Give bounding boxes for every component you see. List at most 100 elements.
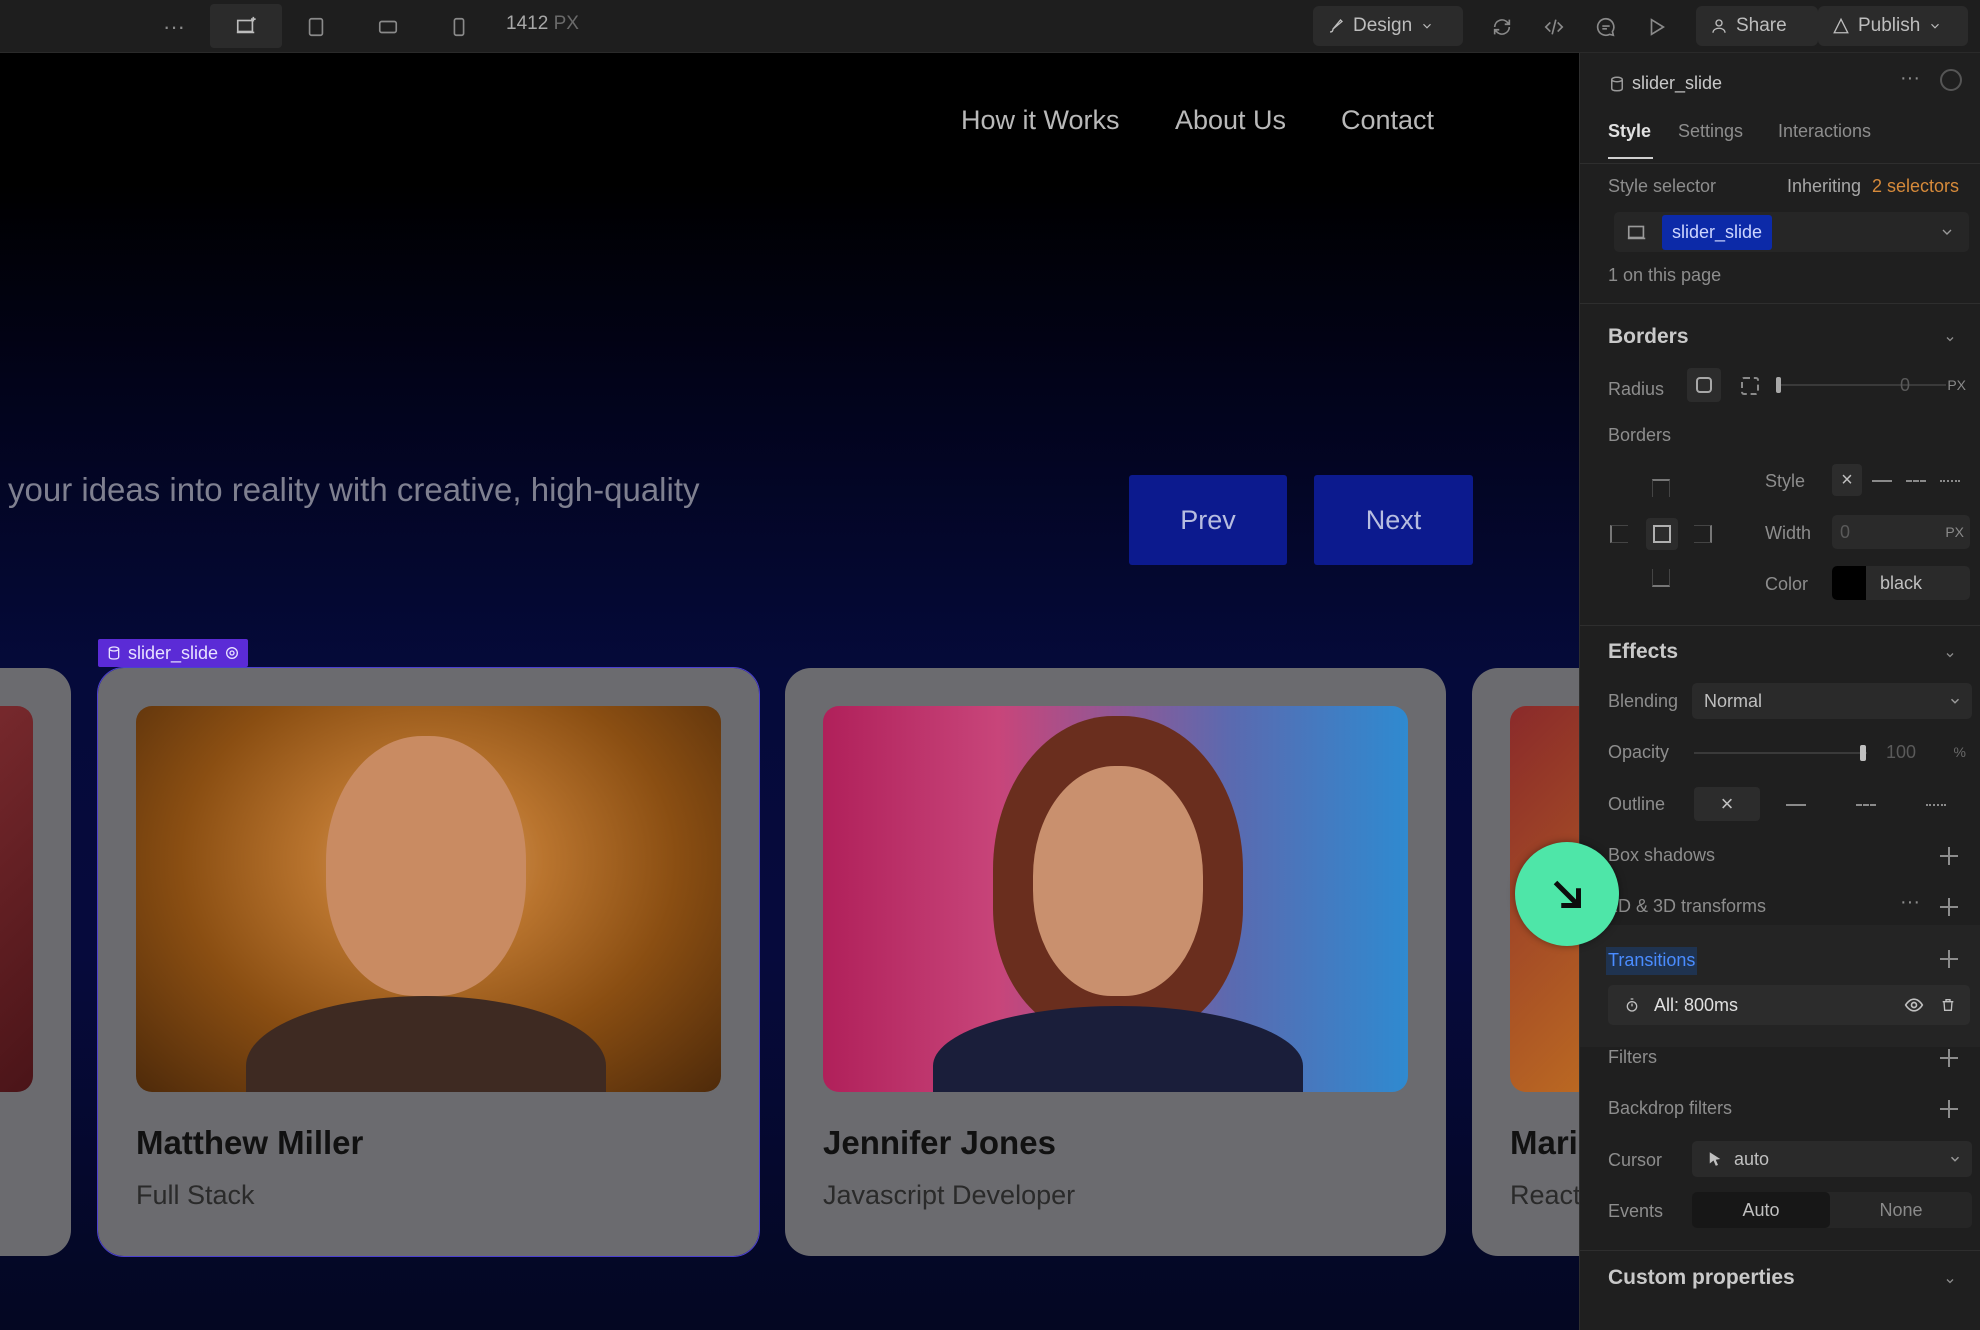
slider-card-partial-right[interactable]: Mari React xyxy=(1472,668,1579,1256)
border-style-dashed-icon[interactable] xyxy=(1906,480,1926,482)
tab-interactions[interactable]: Interactions xyxy=(1778,121,1871,142)
tab-style[interactable]: Style xyxy=(1608,121,1651,142)
transforms-more-icon[interactable]: ··· xyxy=(1900,891,1920,914)
radius-slider-handle[interactable] xyxy=(1776,377,1781,393)
more-icon[interactable]: ··· xyxy=(156,9,192,45)
border-style-dotted-icon[interactable] xyxy=(1940,480,1960,482)
card-role: Javascript Developer xyxy=(823,1180,1076,1210)
nav-link-about-us[interactable]: About Us xyxy=(1175,105,1286,136)
outline-none-icon[interactable]: × xyxy=(1694,787,1760,821)
border-color-input[interactable]: black xyxy=(1832,566,1970,600)
selected-element-tag[interactable]: slider_slide xyxy=(98,639,249,667)
color-swatch[interactable] xyxy=(1832,566,1866,600)
events-none-option[interactable]: None xyxy=(1830,1192,1972,1228)
resize-cursor-indicator xyxy=(1515,842,1619,946)
border-color-value: black xyxy=(1880,572,1923,593)
collection-icon xyxy=(108,646,120,660)
sync-icon[interactable] xyxy=(1484,9,1520,45)
share-button[interactable]: Share xyxy=(1696,6,1818,46)
tablet-breakpoint-icon[interactable] xyxy=(298,9,334,45)
chevron-down-icon[interactable] xyxy=(1944,649,1956,661)
chevron-down-icon xyxy=(1931,23,1940,29)
user-icon xyxy=(1712,19,1726,33)
outline-dotted-icon[interactable] xyxy=(1926,804,1946,806)
transition-item[interactable]: All: 800ms xyxy=(1608,985,1970,1025)
slider-card-jennifer[interactable]: Jennifer Jones Javascript Developer xyxy=(785,668,1446,1256)
code-icon[interactable] xyxy=(1536,9,1572,45)
events-auto-option[interactable]: Auto xyxy=(1692,1192,1830,1228)
effects-heading[interactable]: Effects xyxy=(1608,640,1678,664)
settings-gear-icon[interactable] xyxy=(1940,69,1962,91)
selector-chip[interactable]: slider_slide xyxy=(1662,214,1773,250)
share-label: Share xyxy=(1736,15,1787,36)
radius-all-icon[interactable] xyxy=(1687,368,1721,402)
tab-style-underline xyxy=(1608,157,1653,159)
opacity-slider-handle[interactable] xyxy=(1860,745,1866,761)
design-canvas[interactable]: How it Works About Us Contact your ideas… xyxy=(0,53,1579,1330)
style-selector-label: Style selector xyxy=(1608,176,1717,196)
chevron-down-icon[interactable] xyxy=(1944,333,1956,345)
add-box-shadow-icon[interactable] xyxy=(1940,847,1958,865)
radius-input[interactable]: 0 PX xyxy=(1886,368,1972,402)
chevron-down-icon xyxy=(1950,1156,1960,1162)
chevron-down-icon[interactable] xyxy=(1939,224,1955,240)
radius-individual-icon[interactable] xyxy=(1741,377,1759,395)
outline-label: Outline xyxy=(1608,794,1666,814)
selector-field[interactable]: slider_slide xyxy=(1614,212,1969,252)
mobile-portrait-icon[interactable] xyxy=(441,9,477,45)
events-segmented-control: Auto None xyxy=(1692,1192,1972,1228)
add-transform-icon[interactable] xyxy=(1940,898,1958,916)
custom-properties-heading[interactable]: Custom properties xyxy=(1608,1266,1795,1290)
eye-icon[interactable] xyxy=(1904,995,1924,1015)
borders-heading[interactable]: Borders xyxy=(1608,325,1689,349)
panel-divider xyxy=(1580,625,1980,626)
border-width-label: Width xyxy=(1765,523,1812,543)
comment-icon[interactable] xyxy=(1588,9,1624,45)
blending-value: Normal xyxy=(1704,690,1763,711)
nav-link-contact[interactable]: Contact xyxy=(1341,105,1434,136)
border-bottom-icon[interactable] xyxy=(1652,569,1670,587)
prev-button[interactable]: Prev xyxy=(1129,475,1287,565)
gear-icon[interactable] xyxy=(224,645,240,661)
border-left-icon[interactable] xyxy=(1610,525,1628,543)
add-filter-icon[interactable] xyxy=(1940,1049,1958,1067)
nav-link-how-it-works[interactable]: How it Works xyxy=(961,105,1120,136)
portrait-face xyxy=(1033,766,1203,996)
cursor-select[interactable]: auto xyxy=(1692,1141,1972,1177)
border-right-icon[interactable] xyxy=(1694,525,1712,543)
publish-button[interactable]: Publish xyxy=(1818,6,1968,46)
slider-card-partial-left[interactable] xyxy=(0,668,71,1256)
border-top-icon[interactable] xyxy=(1652,479,1670,497)
add-transition-icon[interactable] xyxy=(1940,950,1958,968)
panel-divider xyxy=(1580,303,1980,304)
panel-more-icon[interactable]: ··· xyxy=(1900,67,1920,90)
border-style-none-icon[interactable]: × xyxy=(1832,464,1862,496)
backdrop-filters-label: Backdrop filters xyxy=(1608,1098,1733,1118)
trash-icon[interactable] xyxy=(1940,997,1956,1013)
publish-icon xyxy=(1833,17,1849,34)
border-style-solid-icon[interactable] xyxy=(1872,480,1892,482)
outline-solid-icon[interactable] xyxy=(1786,804,1806,806)
slider-card-matthew[interactable]: Matthew Miller Full Stack xyxy=(97,667,760,1257)
card-name: Mari xyxy=(1510,1124,1578,1161)
opacity-input[interactable]: 100 % xyxy=(1878,735,1972,769)
inheriting-count[interactable]: 2 selectors xyxy=(1872,176,1959,197)
border-style-label: Style xyxy=(1765,471,1806,491)
add-backdrop-filter-icon[interactable] xyxy=(1940,1100,1958,1118)
transitions-label[interactable]: Transitions xyxy=(1606,947,1698,975)
preview-play-icon[interactable] xyxy=(1639,9,1675,45)
opacity-slider-track[interactable] xyxy=(1694,752,1867,754)
outline-dashed-icon[interactable] xyxy=(1856,804,1876,806)
design-mode-button[interactable]: Design xyxy=(1313,6,1463,46)
desktop-breakpoint-icon[interactable] xyxy=(210,4,282,48)
next-button[interactable]: Next xyxy=(1314,475,1473,565)
chevron-down-icon[interactable] xyxy=(1944,1275,1956,1287)
mobile-landscape-icon[interactable] xyxy=(370,9,406,45)
border-all-icon[interactable] xyxy=(1646,518,1678,550)
border-width-input[interactable]: 0 PX xyxy=(1832,515,1970,549)
portrait-shirt xyxy=(246,996,606,1092)
radius-unit: PX xyxy=(1947,377,1966,393)
opacity-unit: % xyxy=(1953,744,1966,760)
tab-settings[interactable]: Settings xyxy=(1678,121,1743,142)
blending-select[interactable]: Normal xyxy=(1692,683,1972,719)
